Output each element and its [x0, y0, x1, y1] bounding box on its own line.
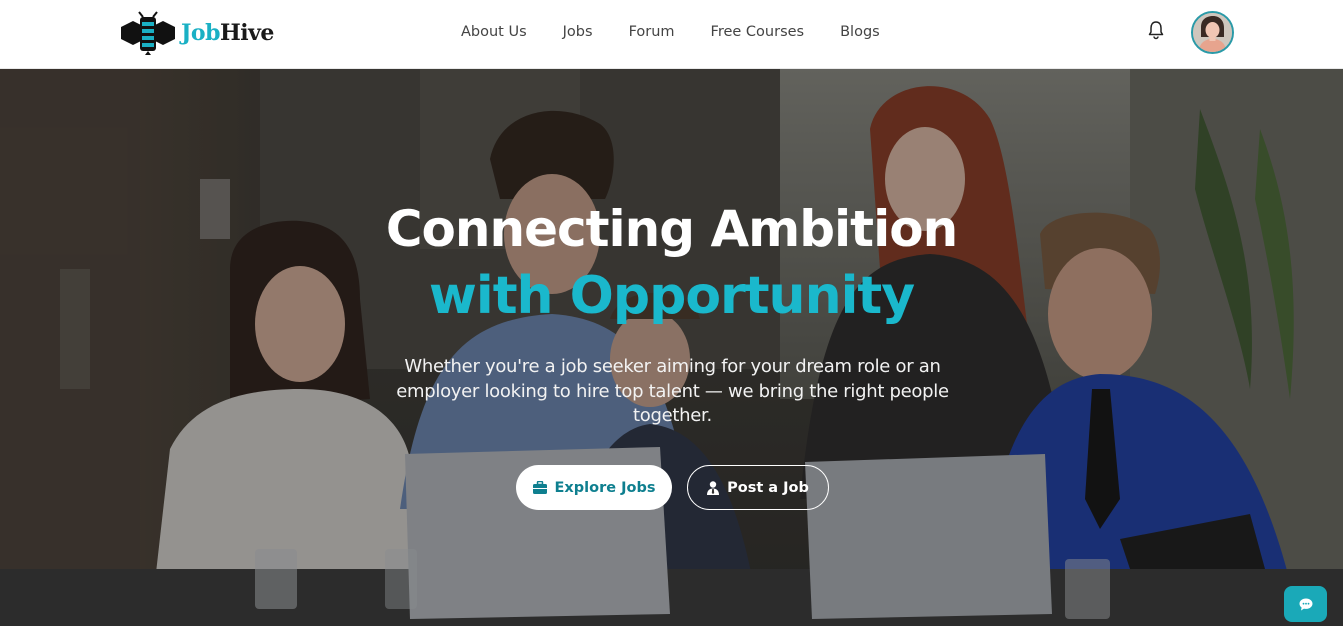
brand-name-part1: Job	[181, 20, 220, 46]
post-job-label: Post a Job	[727, 479, 809, 496]
nav-forum[interactable]: Forum	[629, 22, 675, 42]
hero-dark-overlay	[0, 69, 1343, 626]
post-job-button[interactable]: Post a Job	[687, 465, 829, 510]
brand-logo[interactable]: JobHive	[119, 11, 274, 55]
nav-jobs[interactable]: Jobs	[563, 22, 593, 42]
nav-blogs[interactable]: Blogs	[840, 22, 880, 42]
explore-jobs-label: Explore Jobs	[554, 479, 656, 496]
hero-section: Connecting Ambition with Opportunity Whe…	[0, 69, 1343, 626]
explore-jobs-button[interactable]: Explore Jobs	[516, 465, 672, 510]
brand-name-part2: Hive	[219, 20, 274, 46]
chat-bubble-icon	[1299, 598, 1312, 610]
nav-free-courses[interactable]: Free Courses	[711, 22, 805, 42]
hero-title-line1: Connecting Ambition	[385, 200, 958, 258]
bell-icon[interactable]	[1145, 19, 1167, 41]
user-avatar[interactable]	[1191, 11, 1234, 54]
nav-about-us[interactable]: About Us	[461, 22, 527, 42]
chat-button[interactable]	[1284, 586, 1327, 622]
hero-subtitle: Whether you're a job seeker aiming for y…	[396, 356, 949, 426]
bee-icon	[121, 11, 175, 55]
main-nav: About Us Jobs Forum Free Courses Blogs	[461, 22, 916, 42]
navbar: JobHive About Us Jobs Forum Free Courses…	[0, 0, 1343, 69]
user-tie-icon	[707, 480, 720, 495]
hero-title-line2: with Opportunity	[428, 266, 915, 326]
avatar-illustration-icon	[1193, 13, 1232, 52]
brand-name: JobHive	[181, 20, 274, 46]
briefcase-icon	[532, 481, 547, 494]
